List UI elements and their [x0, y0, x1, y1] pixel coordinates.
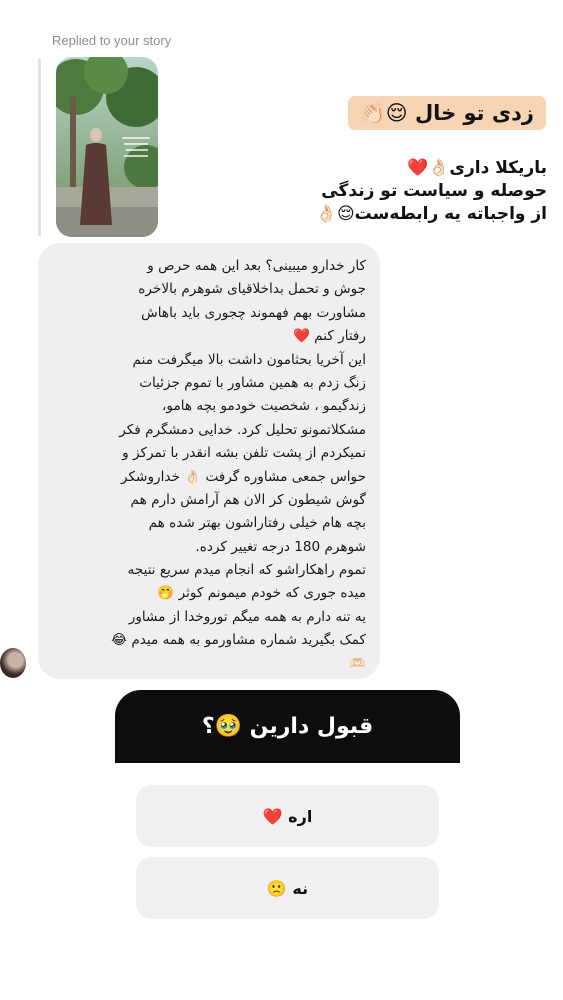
- poll-option-no[interactable]: نه 🙁: [136, 857, 439, 919]
- message-line: یه تنه دارم به همه میگم توروخدا از مشاور: [128, 608, 366, 625]
- message-line: کمک بگیرید شماره مشاورمو به همه میدم 😂: [111, 632, 366, 649]
- poll-option-yes[interactable]: اره ❤️: [136, 785, 439, 847]
- replied-to-story-label: Replied to your story: [52, 33, 172, 48]
- sender-avatar[interactable]: [0, 648, 26, 678]
- story-photo-image: [56, 57, 158, 237]
- message-line: تموم راهکاراشو که انجام میدم سریع نتیجه: [127, 562, 366, 579]
- message-line: جوش و تحمل بداخلاقیای شوهرم بالاخره: [138, 281, 366, 298]
- story-sticker: زدی تو خال 😌👏🏻: [347, 96, 546, 130]
- message-line: این آخریا بحثامون داشت بالا میگرفت منم: [132, 351, 366, 368]
- story-caption-line: از واجباته یه رابطه‌ست😌👌🏻: [315, 204, 547, 224]
- message-line: رفتار کنم ❤️: [292, 328, 366, 345]
- message-line: شوهرم 180 درجه تغییر کرده.: [195, 538, 366, 555]
- message-line: حواس جمعی مشاوره گرفت 👌🏻 خداروشکر: [121, 468, 366, 485]
- message-bubble[interactable]: کار خدارو میبینی؟ بعد این همه حرص و جوش …: [38, 243, 380, 679]
- message-line: بچه هام خیلی رفتاراشون بهتر شده هم: [148, 515, 366, 532]
- message-line: میده جوری که خودم میمونم کوثر 🤭: [157, 585, 366, 602]
- story-caption-line: باریکلا داری👌🏻❤️: [407, 158, 547, 178]
- story-thumbnail[interactable]: [56, 57, 158, 237]
- message-text: کار خدارو میبینی؟ بعد این همه حرص و جوش …: [52, 255, 366, 676]
- reply-indicator-bar: [38, 58, 41, 236]
- message-line: زنگ زدم به همین مشاور با تموم جزئیات: [139, 374, 366, 391]
- message-line: مشاورت بهم فهموند چجوری باید باهاش: [141, 304, 366, 321]
- message-line: 🫶🏻: [349, 655, 366, 672]
- message-line: زندگیمو ، شخصیت خودمو بچه هامو،: [162, 398, 366, 415]
- message-line: کار خدارو میبینی؟ بعد این همه حرص و: [147, 258, 366, 274]
- story-caption-line: حوصله و سیاست تو زندگی: [321, 181, 547, 201]
- message-line: نمیکردم از پشت تلفن بشه انقدر با تمرکز و: [122, 445, 366, 462]
- message-line: مشکلاتمونو تحلیل کرد. خدایی دمشگرم فکر: [119, 421, 366, 438]
- story-caption: باریکلا داری👌🏻❤️ حوصله و سیاست تو زندگی …: [247, 157, 547, 226]
- message-line: گوش شیطون کر الان هم آرامش دارم هم: [130, 491, 366, 508]
- poll-question-header: قبول دارین 🥹؟: [115, 690, 460, 763]
